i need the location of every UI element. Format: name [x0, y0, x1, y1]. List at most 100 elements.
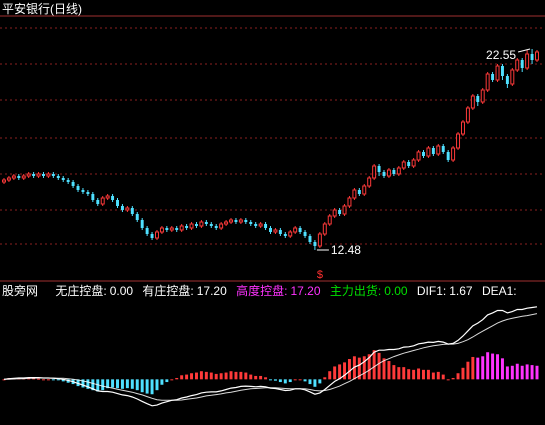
macd-bar-34: [170, 379, 174, 381]
candle-body-52: [258, 223, 263, 227]
candle-body-102: [505, 76, 509, 84]
macd-bar-22: [111, 379, 115, 388]
candle-body-87: [431, 148, 435, 154]
candle-body-10: [51, 174, 55, 176]
macd-bar-9: [46, 379, 50, 381]
candle-body-5: [26, 173, 31, 177]
candle-body-106: [525, 53, 530, 69]
candle-body-66: [327, 215, 332, 225]
legend-no-dealer: 无庄控盘: 0.00: [55, 284, 133, 298]
candle-body-82: [407, 162, 411, 166]
candle-body-8: [42, 174, 45, 176]
macd-bar-50: [249, 374, 253, 380]
legend-dea: DEA1:: [482, 284, 517, 298]
legend-no-dealer-label: 无庄控盘:: [55, 284, 107, 298]
candle-body-73: [362, 185, 367, 195]
macd-bar-38: [190, 373, 194, 380]
macd-bar-47: [234, 371, 238, 380]
candle-body-46: [229, 219, 233, 223]
candle-body-49: [244, 220, 248, 222]
macd-bar-97: [481, 356, 485, 380]
candle-body-95: [470, 95, 475, 109]
candle-body-61: [303, 232, 307, 236]
legend-distribution-label: 主力出货:: [329, 284, 382, 298]
macd-bar-52: [259, 375, 263, 380]
macd-bar-98: [486, 352, 490, 380]
chart-title: 平安银行(日线): [2, 2, 82, 16]
legend-distribution: 主力出货: 0.00: [330, 284, 408, 298]
candle-body-100: [495, 65, 500, 81]
candle-body-20: [100, 197, 105, 205]
candle-body-25: [125, 207, 130, 211]
candle-body-40: [199, 221, 204, 227]
candle-body-94: [465, 107, 470, 123]
macd-bar-92: [456, 373, 460, 380]
low-price-label: 12.48: [331, 243, 361, 257]
candle-body-56: [278, 230, 282, 234]
candle-body-45: [224, 221, 229, 225]
candle-body-24: [120, 206, 124, 210]
candle-body-69: [342, 205, 347, 215]
candle-body-103: [510, 69, 515, 85]
macd-bar-69: [343, 362, 347, 380]
candle-body-50: [249, 222, 253, 224]
macd-bar-86: [426, 369, 430, 380]
candle-body-0: [2, 179, 6, 183]
macd-bar-23: [116, 379, 119, 389]
candle-body-33: [165, 228, 169, 230]
candle-body-9: [46, 173, 51, 177]
candle-body-39: [194, 224, 198, 226]
macd-bar-75: [372, 350, 376, 380]
macd-bar-39: [194, 372, 198, 380]
candle-body-11: [56, 176, 60, 178]
candle-body-37: [185, 226, 189, 228]
macd-bar-29: [145, 379, 149, 394]
candle-body-62: [308, 236, 312, 242]
legend-dealer: 有庄控盘: 17.20: [142, 284, 226, 298]
macd-bar-32: [160, 379, 164, 385]
candle-body-51: [254, 224, 258, 226]
macd-bar-7: [37, 378, 41, 380]
legend-distribution-value: 0.00: [384, 284, 408, 298]
macd-bar-66: [328, 371, 332, 380]
macd-bar-11: [56, 379, 60, 381]
legend-high-control-label: 高度控盘:: [236, 284, 288, 298]
macd-bar-93: [461, 367, 465, 380]
macd-bar-25: [125, 379, 129, 389]
macd-bar-94: [466, 361, 470, 380]
macd-bar-43: [214, 373, 218, 380]
candle-body-2: [11, 175, 16, 179]
macd-bar-48: [239, 371, 243, 380]
candle-body-67: [332, 209, 337, 217]
candle-body-18: [91, 194, 95, 200]
macd-bar-27: [135, 379, 139, 391]
candle-body-98: [485, 73, 490, 91]
candle-body-57: [283, 234, 287, 236]
candle-body-81: [401, 161, 406, 169]
candle-body-74: [367, 177, 372, 187]
chart-stage: { "chart_data": { "type": "candlestick",…: [0, 0, 545, 425]
candle-body-54: [269, 228, 272, 232]
macd-bar-76: [377, 352, 381, 380]
macd-bar-33: [165, 379, 169, 383]
macd-bar-85: [422, 369, 425, 380]
macd-bar-44: [219, 373, 223, 380]
macd-bar-36: [180, 375, 184, 380]
candle-body-7: [36, 173, 41, 177]
candle-body-85: [422, 152, 425, 156]
candle-body-32: [159, 227, 164, 233]
macd-bar-108: [535, 365, 539, 380]
candle-body-55: [273, 229, 278, 233]
macd-bar-81: [402, 367, 406, 380]
macd-bar-70: [347, 359, 351, 380]
macd-bar-63: [313, 379, 317, 387]
candle-body-31: [155, 231, 159, 239]
macd-bar-55: [273, 379, 277, 381]
candle-body-38: [189, 223, 194, 229]
macd-bar-28: [140, 379, 144, 393]
candle-body-88: [436, 145, 441, 155]
candle-body-92: [456, 133, 461, 149]
candle-body-65: [322, 223, 327, 235]
candle-body-77: [382, 172, 386, 176]
candle-body-3: [17, 176, 21, 178]
